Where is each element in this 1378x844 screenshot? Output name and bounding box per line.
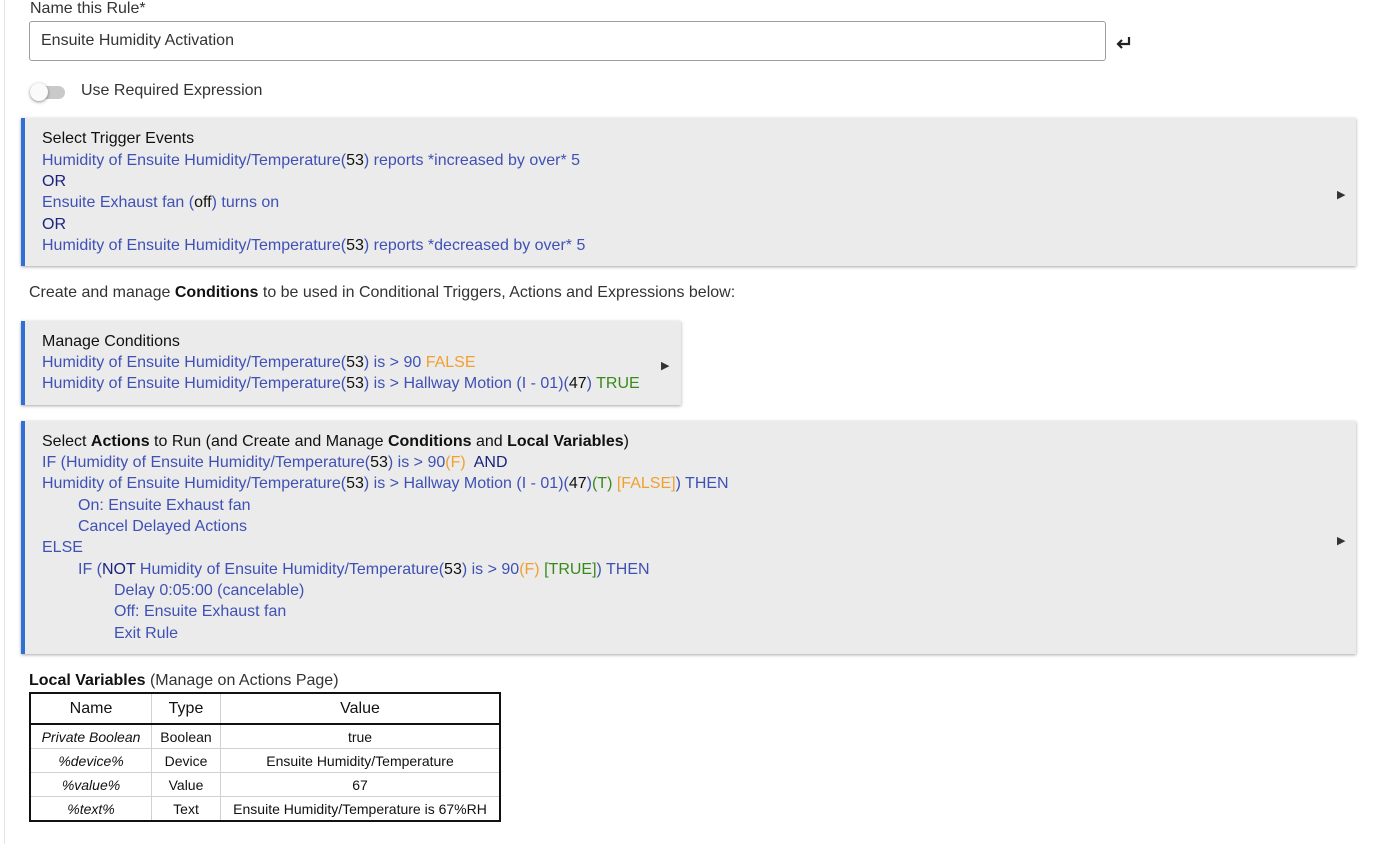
action-line: Exit Rule	[114, 625, 179, 642]
manage-conditions-panel[interactable]: Manage Conditions Humidity of Ensuite Hu…	[21, 321, 681, 405]
variable-value: Ensuite Humidity/Temperature is 67%RH	[220, 796, 501, 822]
enter-icon[interactable]	[1114, 32, 1134, 52]
action-line: Delay 0:05:00 (cancelable)	[114, 582, 305, 599]
variable-name: %value%	[30, 772, 152, 797]
rule-name-label: Name this Rule*	[30, 0, 146, 17]
condition-item: Humidity of Ensuite Humidity/Temperature…	[42, 354, 476, 371]
condition-item: Humidity of Ensuite Humidity/Temperature…	[42, 375, 640, 392]
action-line: Humidity of Ensuite Humidity/Temperature…	[42, 475, 729, 492]
local-variables-title: Local Variables (Manage on Actions Page)	[29, 672, 339, 689]
action-line: Cancel Delayed Actions	[78, 518, 247, 535]
table-header-row: Name Type Value	[30, 693, 501, 725]
left-border	[4, 0, 5, 844]
trigger-or: OR	[42, 173, 66, 190]
table-row: %value% Value 67	[30, 772, 501, 797]
expand-arrow-icon[interactable]: ▶	[661, 359, 669, 372]
required-expression-label: Use Required Expression	[81, 82, 263, 99]
trigger-item: Humidity of Ensuite Humidity/Temperature…	[42, 237, 586, 254]
trigger-item: Ensuite Exhaust fan (off) turns on	[42, 194, 280, 211]
trigger-events-panel[interactable]: Select Trigger Events Humidity of Ensuit…	[21, 118, 1356, 266]
expand-arrow-icon[interactable]: ▶	[1337, 188, 1345, 201]
conditions-header: Manage Conditions	[42, 333, 180, 350]
variable-value: 67	[220, 772, 501, 797]
trigger-header: Select Trigger Events	[42, 130, 195, 147]
variable-name: Private Boolean	[30, 724, 152, 749]
action-line: On: Ensuite Exhaust fan	[78, 497, 251, 514]
conditions-description: Create and manage Conditions to be used …	[29, 284, 736, 301]
actions-header: Select Actions to Run (and Create and Ma…	[42, 433, 629, 450]
action-line: ELSE	[42, 539, 83, 556]
rule-name-input[interactable]: Ensuite Humidity Activation	[29, 21, 1106, 61]
trigger-or: OR	[42, 216, 66, 233]
action-line: IF (NOT Humidity of Ensuite Humidity/Tem…	[78, 561, 650, 578]
actions-panel[interactable]: Select Actions to Run (and Create and Ma…	[21, 421, 1356, 654]
expand-arrow-icon[interactable]: ▶	[1337, 534, 1345, 547]
variable-type: Boolean	[151, 724, 221, 749]
variable-name: %text%	[30, 796, 152, 822]
local-variables-table: Name Type Value Private Boolean Boolean …	[29, 692, 501, 822]
table-row: Private Boolean Boolean true	[30, 724, 501, 749]
action-line: IF (Humidity of Ensuite Humidity/Tempera…	[42, 454, 508, 471]
variable-value: Ensuite Humidity/Temperature	[220, 748, 501, 773]
table-row: %text% Text Ensuite Humidity/Temperature…	[30, 796, 501, 822]
variable-name: %device%	[30, 748, 152, 773]
required-expression-toggle[interactable]	[30, 83, 66, 101]
column-header: Name	[30, 693, 152, 725]
variable-type: Device	[151, 748, 221, 773]
column-header: Value	[220, 693, 501, 725]
variable-value: true	[220, 724, 501, 749]
variable-type: Value	[151, 772, 221, 797]
trigger-item: Humidity of Ensuite Humidity/Temperature…	[42, 152, 581, 169]
action-line: Off: Ensuite Exhaust fan	[114, 603, 287, 620]
column-header: Type	[151, 693, 221, 725]
variable-type: Text	[151, 796, 221, 822]
table-row: %device% Device Ensuite Humidity/Tempera…	[30, 748, 501, 773]
toggle-knob	[30, 83, 48, 101]
